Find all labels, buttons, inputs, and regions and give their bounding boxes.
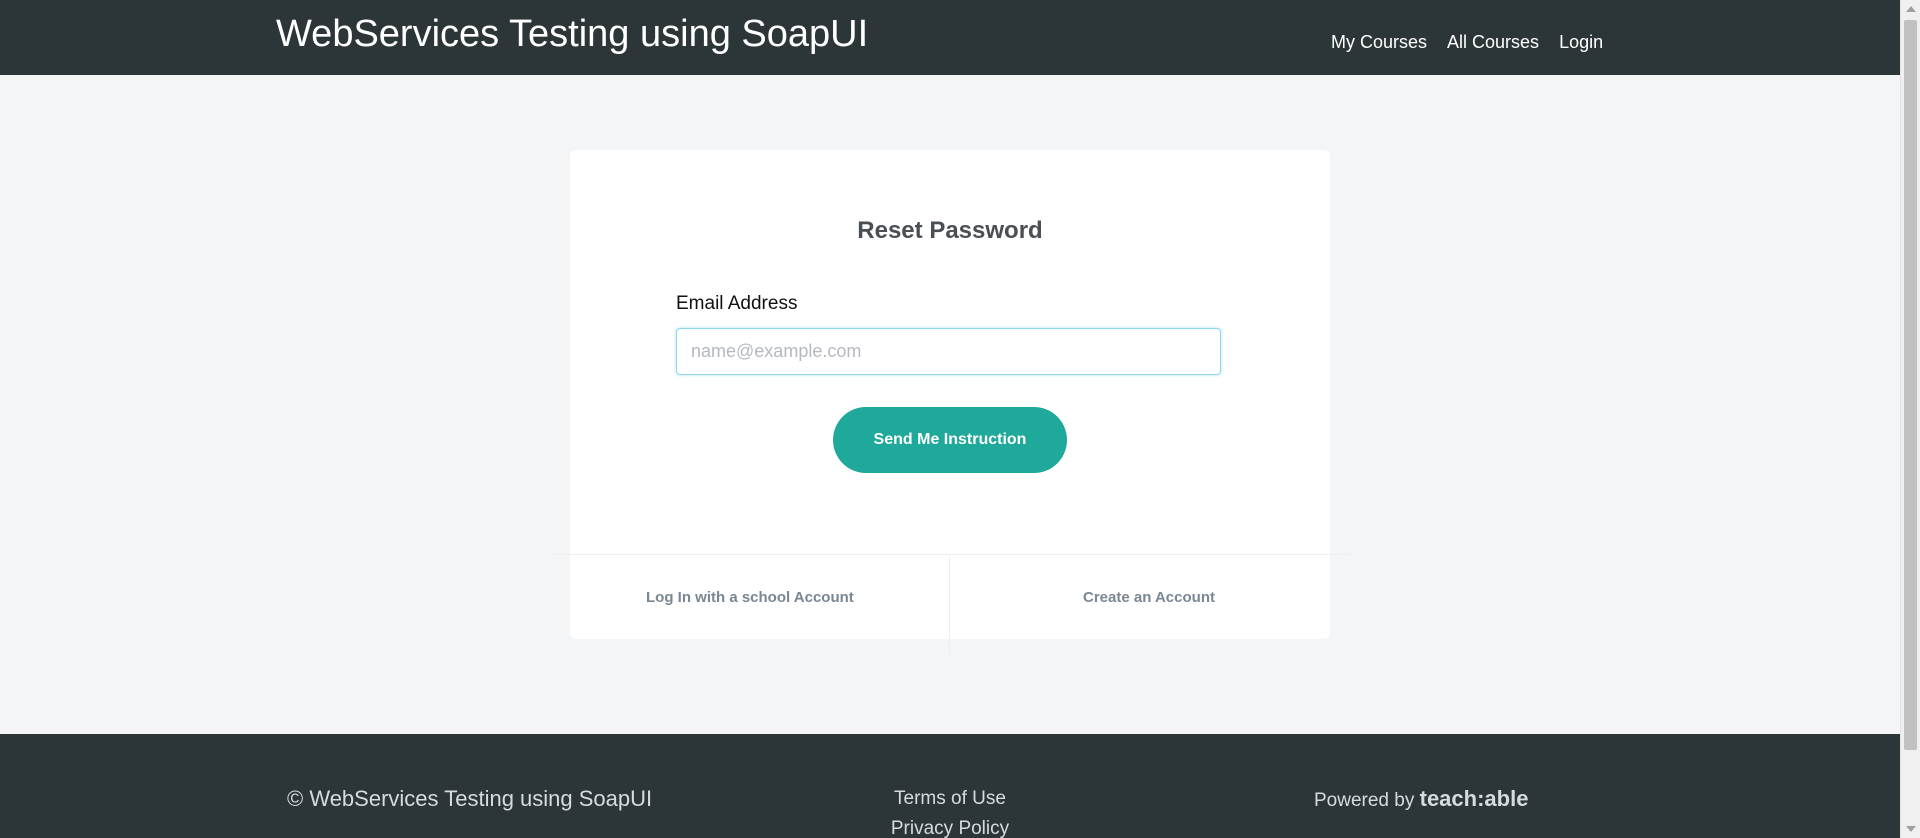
email-field[interactable]: [676, 328, 1221, 375]
powered-by[interactable]: Powered by teach:able: [1314, 786, 1528, 814]
email-label: Email Address: [676, 293, 798, 314]
nav-my-courses[interactable]: My Courses: [1331, 30, 1427, 54]
privacy-link[interactable]: Privacy Policy: [850, 814, 1050, 838]
card-divider-vertical: [949, 554, 950, 654]
send-instruction-button[interactable]: Send Me Instruction: [833, 407, 1067, 473]
vertical-scrollbar[interactable]: [1900, 0, 1920, 838]
school-login-link[interactable]: Log In with a school Account: [646, 588, 854, 608]
footer-links: Terms of Use Privacy Policy: [850, 784, 1050, 838]
scrollbar-thumb[interactable]: [1904, 20, 1917, 750]
footer-copyright: © WebServices Testing using SoapUI: [287, 786, 653, 811]
nav-all-courses[interactable]: All Courses: [1447, 30, 1539, 54]
scroll-up-arrow-icon[interactable]: [1906, 6, 1916, 12]
top-navbar: WebServices Testing using SoapUI My Cour…: [0, 0, 1900, 75]
create-account-link[interactable]: Create an Account: [1083, 588, 1215, 608]
footer: © WebServices Testing using SoapUI Terms…: [0, 734, 1900, 838]
scroll-down-arrow-icon[interactable]: [1906, 826, 1916, 832]
terms-link[interactable]: Terms of Use: [850, 784, 1050, 814]
page-title: Reset Password: [857, 217, 1043, 244]
card-divider: [550, 554, 1350, 555]
nav-login[interactable]: Login: [1559, 30, 1603, 54]
main-nav: My Courses All Courses Login: [1331, 30, 1603, 54]
reset-password-card: Reset Password Email Address Send Me Ins…: [550, 150, 1350, 654]
powered-by-label: Powered by: [1314, 790, 1415, 811]
teachable-logo: teach:able: [1419, 786, 1529, 811]
site-title[interactable]: WebServices Testing using SoapUI: [276, 12, 868, 56]
page: WebServices Testing using SoapUI My Cour…: [0, 0, 1900, 838]
